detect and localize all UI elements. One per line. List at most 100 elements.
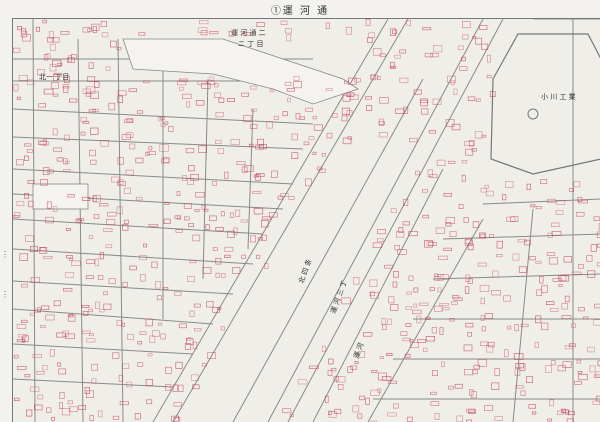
- map-frame[interactable]: 運 河 通 二 ニ 丁 目 北一 丁目 小 川 工 業 北 四 条 運 河 三 …: [12, 18, 600, 422]
- area-label: 運 河 通 二: [231, 28, 266, 37]
- building-footprint: [43, 20, 47, 23]
- sheet-title: ①運 河 通: [0, 2, 600, 17]
- building-footprint: [198, 28, 207, 33]
- building-footprint: [41, 325, 46, 327]
- building-footprint: [57, 363, 60, 366]
- street-label: 運 河 三 丁: [328, 279, 348, 315]
- building-footprint: [492, 383, 499, 390]
- building-footprint: [146, 319, 152, 326]
- building-footprint: [455, 384, 462, 388]
- building-footprint: [487, 345, 493, 352]
- building-footprint: [451, 302, 457, 305]
- building-footprint: [177, 192, 180, 196]
- building-footprint: [60, 392, 64, 398]
- building-footprint: [388, 413, 397, 416]
- building-footprint: [355, 361, 358, 363]
- building-footprint: [355, 79, 361, 82]
- building-footprint: [408, 417, 413, 422]
- building-footprint: [251, 109, 256, 111]
- building-footprint: [368, 38, 373, 43]
- building-footprint: [478, 263, 486, 266]
- building-footprint: [372, 371, 378, 373]
- building-footprint: [342, 298, 351, 304]
- building-footprint: [21, 284, 27, 287]
- building-footprint: [221, 273, 225, 277]
- building-footprint: [93, 26, 96, 32]
- building-footprint: [429, 175, 437, 178]
- building-footprint: [143, 244, 146, 247]
- building-footprint: [454, 89, 457, 95]
- building-footprint: [481, 342, 488, 346]
- building-footprint: [98, 275, 103, 279]
- building-footprint: [458, 46, 463, 49]
- building-footprint: [152, 262, 157, 268]
- building-footprint: [292, 134, 298, 140]
- building-footprint: [591, 245, 597, 252]
- building-footprint: [104, 292, 108, 295]
- building-footprint: [313, 152, 316, 154]
- building-footprint: [466, 323, 473, 327]
- building-footprint: [225, 247, 233, 251]
- building-footprint: [594, 320, 600, 326]
- building-footprint: [433, 46, 442, 52]
- building-footprint: [183, 94, 192, 99]
- building-footprint: [216, 273, 220, 277]
- building-footprint: [195, 328, 202, 331]
- map-canvas[interactable]: 運 河 通 二 ニ 丁 目 北一 丁目 小 川 工 業 北 四 条 運 河 三 …: [13, 19, 600, 422]
- building-footprint: [464, 369, 472, 375]
- building-footprint: [25, 236, 33, 242]
- building-footprint: [89, 150, 95, 156]
- building-footprint: [552, 223, 560, 227]
- building-footprint: [64, 87, 68, 93]
- building-footprint: [102, 33, 108, 37]
- building-footprint: [475, 132, 482, 139]
- building-footprint: [25, 374, 30, 377]
- building-footprint: [18, 366, 27, 369]
- building-footprint: [367, 105, 372, 110]
- building-footprint: [442, 308, 449, 310]
- building-footprint: [468, 332, 472, 336]
- building-footprint: [164, 219, 170, 224]
- building-footprint: [242, 93, 249, 96]
- building-footprint: [305, 179, 311, 186]
- building-footprint: [221, 327, 224, 330]
- building-footprint: [463, 35, 469, 39]
- building-footprint: [504, 296, 511, 301]
- building-footprint: [50, 64, 56, 71]
- building-footprint: [50, 350, 55, 357]
- building-footprint: [94, 214, 99, 218]
- building-footprint: [579, 265, 584, 269]
- building-footprint: [127, 118, 133, 122]
- building-footprint: [106, 67, 110, 71]
- building-footprint: [15, 212, 20, 217]
- building-footprint: [387, 319, 391, 325]
- building-footprint: [595, 304, 600, 308]
- building-footprint: [333, 114, 338, 118]
- building-footprint: [87, 339, 95, 342]
- building-footprint: [441, 362, 444, 367]
- building-footprint: [432, 328, 437, 334]
- building-footprint: [431, 402, 439, 406]
- building-footprint: [186, 148, 194, 153]
- building-footprint: [213, 248, 217, 251]
- building-footprint: [482, 135, 486, 137]
- building-footprint: [28, 181, 34, 184]
- building-footprint: [100, 310, 105, 312]
- building-footprint: [590, 366, 595, 372]
- building-footprint: [379, 132, 387, 137]
- building-footprint: [474, 365, 480, 369]
- building-footprint: [89, 309, 93, 312]
- building-footprint: [210, 77, 214, 80]
- building-footprint: [72, 55, 77, 59]
- building-footprint: [385, 265, 394, 268]
- building-footprint: [438, 288, 441, 292]
- building-footprint: [546, 302, 554, 305]
- building-footprint: [587, 256, 592, 262]
- building-footprint: [109, 279, 116, 284]
- building-footprint: [196, 100, 204, 105]
- building-footprint: [328, 371, 332, 376]
- building-footprint: [492, 290, 501, 295]
- building-footprint: [81, 132, 85, 135]
- building-footprint: [44, 89, 53, 94]
- building-footprint: [250, 125, 257, 129]
